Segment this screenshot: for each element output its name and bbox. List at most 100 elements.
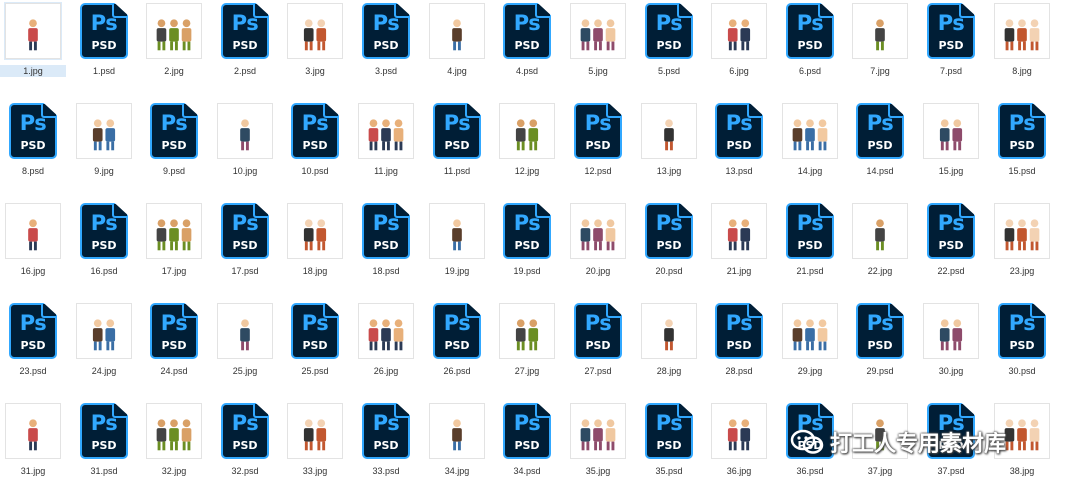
illustration-thumbnail [287, 3, 343, 59]
psd-file-item[interactable]: Ps PSD 20.psd [636, 202, 702, 280]
psd-file-item[interactable]: Ps PSD 14.psd [847, 102, 913, 180]
jpg-file-item[interactable]: 13.jpg [636, 102, 702, 180]
jpg-file-item[interactable]: 33.jpg [282, 402, 348, 480]
psd-file-item[interactable]: Ps PSD 4.psd [494, 2, 560, 80]
jpg-file-item[interactable]: 38.jpg [989, 402, 1055, 480]
jpg-file-item[interactable]: 37.jpg [847, 402, 913, 480]
psd-file-item[interactable]: Ps PSD 32.psd [212, 402, 278, 480]
file-name-label: 30.jpg [938, 366, 964, 376]
psd-file-item[interactable]: Ps PSD 26.psd [424, 302, 490, 380]
jpg-file-item[interactable]: 11.jpg [353, 102, 419, 180]
psd-file-item[interactable]: Ps PSD 21.psd [777, 202, 843, 280]
psd-file-item[interactable]: Ps PSD 16.psd [71, 202, 137, 280]
photoshop-file-icon: Ps PSD [362, 3, 410, 59]
file-name-label: 27.jpg [514, 366, 540, 376]
illustration-thumbnail [499, 303, 555, 359]
jpg-file-item[interactable]: 2.jpg [141, 2, 207, 80]
jpg-file-item[interactable]: 34.jpg [424, 402, 490, 480]
jpg-file-item[interactable]: 25.jpg [212, 302, 278, 380]
jpg-file-item[interactable]: 31.jpg [0, 402, 66, 480]
file-name-label: 31.psd [90, 466, 118, 476]
psd-file-item[interactable]: Ps PSD 10.psd [282, 102, 348, 180]
psd-file-item[interactable]: Ps PSD 3.psd [353, 2, 419, 80]
psd-format-text: PSD [514, 439, 540, 452]
jpg-file-item[interactable]: 32.jpg [141, 402, 207, 480]
file-thumbnail: Ps PSD [569, 302, 627, 360]
psd-file-item[interactable]: Ps PSD 18.psd [353, 202, 419, 280]
psd-file-item[interactable]: Ps PSD 37.psd [918, 402, 984, 480]
jpg-file-item[interactable]: 17.jpg [141, 202, 207, 280]
ps-logo-text: Ps [372, 11, 400, 35]
psd-file-item[interactable]: Ps PSD 11.psd [424, 102, 490, 180]
jpg-file-item[interactable]: 15.jpg [918, 102, 984, 180]
jpg-file-item[interactable]: 18.jpg [282, 202, 348, 280]
file-thumbnail: Ps PSD [710, 302, 768, 360]
illustration-thumbnail [5, 403, 61, 459]
psd-file-item[interactable]: Ps PSD 24.psd [141, 302, 207, 380]
jpg-file-item[interactable]: 19.jpg [424, 202, 490, 280]
psd-file-item[interactable]: Ps PSD 19.psd [494, 202, 560, 280]
jpg-file-item[interactable]: 4.jpg [424, 2, 490, 80]
file-thumbnail: Ps PSD [851, 102, 909, 160]
psd-file-item[interactable]: Ps PSD 34.psd [494, 402, 560, 480]
jpg-file-item[interactable]: 21.jpg [706, 202, 772, 280]
jpg-file-item[interactable]: 10.jpg [212, 102, 278, 180]
psd-file-item[interactable]: Ps PSD 36.psd [777, 402, 843, 480]
psd-file-item[interactable]: Ps PSD 28.psd [706, 302, 772, 380]
jpg-file-item[interactable]: 26.jpg [353, 302, 419, 380]
jpg-file-item[interactable]: 7.jpg [847, 2, 913, 80]
jpg-file-item[interactable]: 8.jpg [989, 2, 1055, 80]
jpg-file-item[interactable]: 24.jpg [71, 302, 137, 380]
jpg-file-item[interactable]: 1.jpg [0, 2, 66, 80]
file-name-label: 37.jpg [867, 466, 893, 476]
psd-file-item[interactable]: Ps PSD 22.psd [918, 202, 984, 280]
jpg-file-item[interactable]: 12.jpg [494, 102, 560, 180]
jpg-file-item[interactable]: 14.jpg [777, 102, 843, 180]
psd-file-item[interactable]: Ps PSD 9.psd [141, 102, 207, 180]
psd-file-item[interactable]: Ps PSD 27.psd [565, 302, 631, 380]
file-thumbnail: Ps PSD [428, 102, 486, 160]
psd-format-text: PSD [867, 139, 893, 152]
psd-file-item[interactable]: Ps PSD 30.psd [989, 302, 1055, 380]
illustration-thumbnail [570, 203, 626, 259]
psd-file-item[interactable]: Ps PSD 31.psd [71, 402, 137, 480]
psd-file-item[interactable]: Ps PSD 2.psd [212, 2, 278, 80]
jpg-file-item[interactable]: 6.jpg [706, 2, 772, 80]
jpg-file-item[interactable]: 27.jpg [494, 302, 560, 380]
psd-file-item[interactable]: Ps PSD 12.psd [565, 102, 631, 180]
psd-format-text: PSD [161, 139, 187, 152]
jpg-file-item[interactable]: 30.jpg [918, 302, 984, 380]
psd-file-item[interactable]: Ps PSD 7.psd [918, 2, 984, 80]
psd-file-item[interactable]: Ps PSD 23.psd [0, 302, 66, 380]
psd-file-item[interactable]: Ps PSD 17.psd [212, 202, 278, 280]
psd-file-item[interactable]: Ps PSD 35.psd [636, 402, 702, 480]
file-thumbnail [145, 2, 203, 60]
jpg-file-item[interactable]: 29.jpg [777, 302, 843, 380]
jpg-file-item[interactable]: 20.jpg [565, 202, 631, 280]
ps-logo-text: Ps [1008, 311, 1036, 335]
jpg-file-item[interactable]: 35.jpg [565, 402, 631, 480]
file-name-label: 34.jpg [444, 466, 470, 476]
jpg-file-item[interactable]: 36.jpg [706, 402, 772, 480]
psd-file-item[interactable]: Ps PSD 1.psd [71, 2, 137, 80]
photoshop-file-icon: Ps PSD [150, 303, 198, 359]
photoshop-file-icon: Ps PSD [645, 203, 693, 259]
psd-file-item[interactable]: Ps PSD 5.psd [636, 2, 702, 80]
jpg-file-item[interactable]: 16.jpg [0, 202, 66, 280]
jpg-file-item[interactable]: 28.jpg [636, 302, 702, 380]
file-name-label: 11.psd [443, 166, 471, 176]
psd-file-item[interactable]: Ps PSD 8.psd [0, 102, 66, 180]
psd-file-item[interactable]: Ps PSD 33.psd [353, 402, 419, 480]
psd-file-item[interactable]: Ps PSD 13.psd [706, 102, 772, 180]
jpg-file-item[interactable]: 3.jpg [282, 2, 348, 80]
psd-file-item[interactable]: Ps PSD 29.psd [847, 302, 913, 380]
jpg-file-item[interactable]: 23.jpg [989, 202, 1055, 280]
psd-file-item[interactable]: Ps PSD 6.psd [777, 2, 843, 80]
file-name-label: 14.jpg [797, 166, 823, 176]
psd-format-text: PSD [373, 239, 399, 252]
psd-file-item[interactable]: Ps PSD 15.psd [989, 102, 1055, 180]
psd-file-item[interactable]: Ps PSD 25.psd [282, 302, 348, 380]
jpg-file-item[interactable]: 22.jpg [847, 202, 913, 280]
jpg-file-item[interactable]: 5.jpg [565, 2, 631, 80]
jpg-file-item[interactable]: 9.jpg [71, 102, 137, 180]
